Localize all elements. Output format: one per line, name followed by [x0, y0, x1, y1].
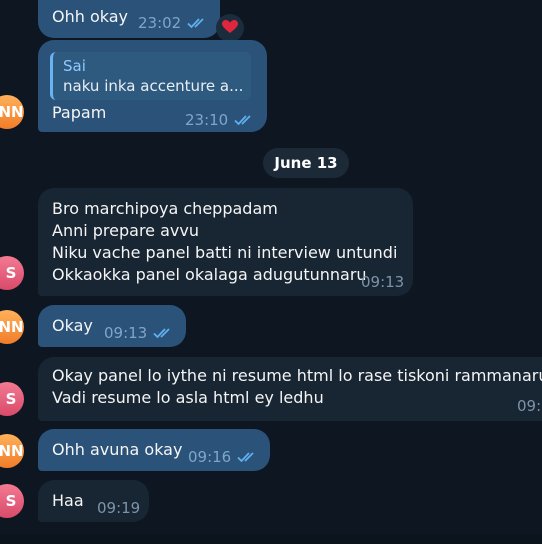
message-text: Haa	[52, 491, 84, 510]
message-meta: 23:10	[185, 109, 256, 131]
date-separator: June 13	[263, 148, 349, 178]
message-line: Anni prepare avvu	[52, 221, 199, 240]
composer-edge	[0, 534, 542, 544]
message-bubble[interactable]: Bro marchipoya cheppadam Anni prepare av…	[38, 188, 413, 296]
message-meta: 09:1	[517, 395, 542, 417]
message-bubble[interactable]: Ohh avuna okay 09:16	[38, 429, 270, 471]
reaction-heart-button[interactable]	[216, 14, 244, 42]
chat-history: Ohh okay 23:02 NN Sai naku inka accentur…	[0, 0, 542, 544]
message-line: Bro marchipoya cheppadam	[52, 199, 278, 218]
read-ticks-icon	[237, 451, 259, 463]
reply-text: naku inka accenture a...	[63, 77, 244, 95]
read-ticks-icon	[187, 17, 209, 29]
message-bubble[interactable]: Ohh okay 23:02	[38, 0, 220, 38]
message-text: Ohh okay	[52, 7, 129, 26]
avatar[interactable]: NN	[0, 95, 24, 129]
message-meta: 09:16	[188, 446, 259, 468]
message-time: 09:16	[188, 448, 232, 466]
message-line: Okkaokka panel okalaga adugutunnaru	[52, 265, 367, 284]
read-ticks-icon	[153, 327, 175, 339]
message-bubble[interactable]: Haa 09:19	[38, 480, 149, 522]
message-line: Niku vache panel batti ni interview untu…	[52, 243, 398, 262]
message-time: 23:10	[185, 111, 229, 129]
message-meta: 23:02	[138, 12, 209, 34]
read-ticks-icon	[234, 114, 256, 126]
message-meta: 09:13	[361, 271, 404, 293]
message-bubble[interactable]: Sai naku inka accenture a... Papam 23:10	[38, 40, 267, 132]
avatar[interactable]: NN	[0, 434, 24, 468]
message-time: 09:1	[517, 397, 542, 415]
message-time: 23:02	[138, 14, 182, 32]
reply-quote[interactable]: Sai naku inka accenture a...	[50, 52, 251, 100]
message-meta: 09:13	[104, 322, 175, 344]
avatar[interactable]: S	[0, 484, 24, 518]
message-text: Ohh avuna okay	[52, 440, 183, 459]
message-bubble[interactable]: Okay 09:13	[38, 305, 186, 347]
message-bubble[interactable]: Okay panel lo iythe ni resume html lo ra…	[38, 357, 542, 421]
reply-author: Sai	[63, 57, 86, 75]
message-line: Vadi resume lo asla html ey ledhu	[52, 388, 324, 407]
avatar[interactable]: S	[0, 256, 24, 290]
message-meta: 09:19	[97, 497, 140, 519]
avatar[interactable]: NN	[0, 310, 24, 344]
message-time: 09:19	[97, 499, 141, 517]
message-time: 09:13	[361, 273, 405, 291]
heart-icon	[222, 19, 238, 38]
avatar[interactable]: S	[0, 382, 24, 416]
message-line: Okay panel lo iythe ni resume html lo ra…	[52, 366, 542, 385]
message-time: 09:13	[104, 324, 148, 342]
message-text: Okay	[52, 316, 93, 335]
message-text: Papam	[52, 103, 107, 122]
